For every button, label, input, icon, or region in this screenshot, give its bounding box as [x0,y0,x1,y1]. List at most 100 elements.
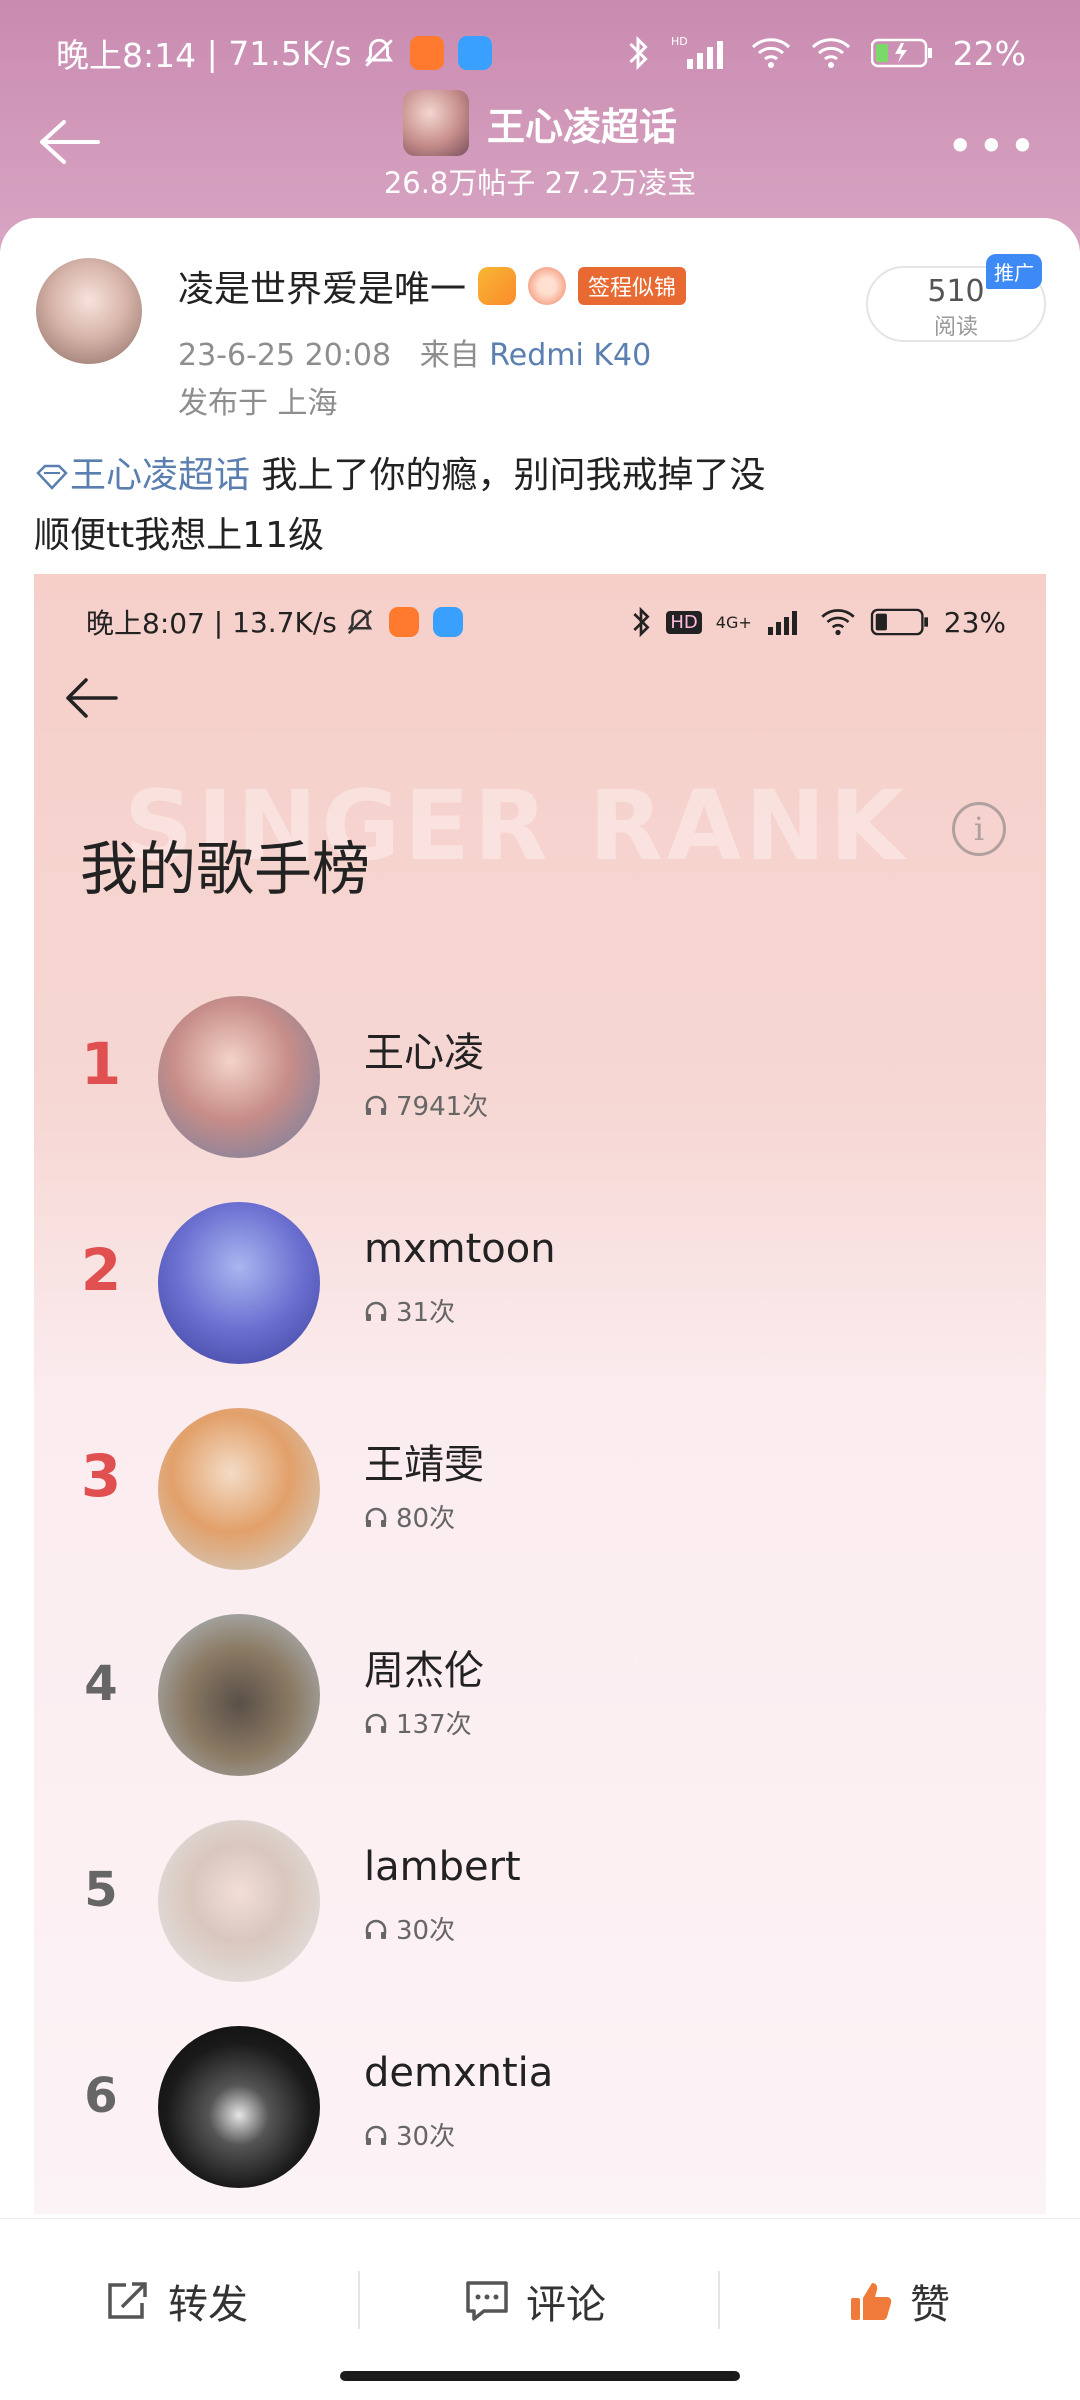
inner-taobao-app-icon [388,607,419,637]
play-count: 31次 [396,1298,456,1328]
artist-name: mxmtoon [364,1226,556,1272]
battery-percent: 22% [952,33,1026,73]
author-name[interactable]: 凌是世界爱是唯一 [178,260,466,312]
artist-name: demxntia [364,2050,554,2096]
play-count: 80次 [396,1504,456,1534]
inner-battery-icon [870,608,928,636]
repost-label: 转发 [168,2282,248,2328]
list-item[interactable]: 2 mxmtoon 31次 [34,1196,1046,1366]
status-bar: 晚上8:14 | 71.5K/s HD 22% [56,28,1026,78]
home-indicator[interactable] [340,2371,740,2381]
battery-icon [870,38,932,68]
share-icon [108,2282,147,2319]
taobao-app-icon [409,36,444,70]
post-meta: 23-6-25 20:08 来自 Redmi K40 [178,330,651,374]
topic-title-block: 王心凌超话 26.8万帖子 27.2万凌宝 [0,90,1080,202]
wifi-icon-2 [811,38,850,68]
inner-signal-icon [767,611,797,635]
divider [358,2271,360,2329]
artist-photo [158,1820,320,1982]
inner-message-app-icon [432,607,463,637]
page-title: 王心凌超话 [486,104,677,149]
list-item[interactable]: 1 王心凌 7941次 [34,990,1046,1160]
post-text-line1: 我上了你的瘾，别问我戒掉了没 [250,455,766,496]
artist-name: lambert [364,1844,521,1890]
inner-bluetooth-icon [633,606,650,638]
post-text-line2: 顺便tt我想上11级 [34,515,325,556]
like-button[interactable]: 赞 [848,2271,950,2331]
comment-icon [466,2281,508,2321]
topic-link[interactable]: 王心凌超话 [70,455,250,496]
info-icon[interactable]: i [952,802,1006,856]
fan-title-badge: 签程似锦 [578,267,687,305]
more-options-button[interactable]: ••• [947,123,1040,169]
artist-photo [158,1408,320,1570]
message-app-icon [457,36,492,70]
device-link[interactable]: Redmi K40 [489,338,651,373]
wifi-icon [751,38,790,68]
status-time: 晚上8:14 [56,36,197,75]
play-count: 30次 [396,1916,456,1946]
from-label: 来自 [419,338,480,373]
list-item[interactable]: 4 周杰伦 137次 [34,1608,1046,1778]
rank-title: 我的歌手榜 [80,835,371,903]
topic-diamond-icon [36,464,68,490]
inner-back-arrow-icon[interactable] [62,674,120,722]
play-count: 137次 [396,1710,472,1740]
avatar[interactable] [36,258,142,364]
headphones-icon [365,2125,387,2145]
post-body: 王心凌超话 我上了你的瘾，别问我戒掉了没 顺便tt我想上11级 [34,446,1044,566]
artist-name: 周杰伦 [364,1648,484,1694]
rank-number: 1 [80,1030,122,1098]
play-count: 7941次 [396,1092,489,1122]
headphones-icon [365,1713,387,1733]
inner-bell-mute-icon [347,609,373,635]
like-label: 赞 [910,2282,950,2328]
headphones-icon [365,1919,387,1939]
artist-name: 王心凌 [364,1030,484,1076]
rank-number: 3 [80,1442,122,1510]
svg-text:HD: HD [671,35,688,48]
headphones-icon [365,1301,387,1321]
inner-status-speed: 13.7K/s [232,605,337,639]
headphones-icon [365,1095,387,1115]
list-item[interactable]: 3 王靖雯 80次 [34,1402,1046,1572]
list-item[interactable]: 6 demxntia 30次 [34,2020,1046,2190]
artist-photo [158,2026,320,2188]
inner-hd-label: HD [666,610,702,634]
rank-number: 2 [80,1236,122,1304]
rank-number: 5 [84,1862,118,1918]
rank-number: 6 [84,2068,118,2124]
inner-battery-percent: 23% [943,605,1006,639]
inner-status-bar: 晚上8:07 | 13.7K/s HD 4G+ 23% [86,600,1006,644]
fan-badge-icon [528,267,567,305]
promo-tag[interactable]: 推广 [986,254,1042,289]
attached-screenshot[interactable]: 晚上8:07 | 13.7K/s HD 4G+ 23% SINGER RANK … [34,574,1046,2214]
post-date: 23-6-25 20:08 [178,338,392,373]
inner-wifi-icon [821,609,855,636]
comment-label: 评论 [526,2282,606,2328]
comment-button[interactable]: 评论 [464,2271,606,2331]
artist-photo [158,1202,320,1364]
rank-number: 4 [84,1656,118,1712]
bottom-action-bar: 转发 评论 赞 [0,2218,1080,2400]
repost-button[interactable]: 转发 [104,2271,248,2331]
thumbs-up-icon [851,2283,892,2320]
play-count: 30次 [396,2122,456,2152]
list-item[interactable]: 5 lambert 30次 [34,1814,1046,1984]
topic-avatar [402,90,469,156]
headphones-icon [365,1507,387,1527]
topic-stats: 26.8万帖子 27.2万凌宝 [383,166,697,200]
artist-photo [158,996,320,1158]
read-label: 阅读 [933,315,978,340]
divider [718,2271,720,2329]
signal-icon: HD [671,35,723,69]
level-badge-icon [478,267,517,305]
artist-name: 王靖雯 [364,1442,484,1488]
inner-network-label: 4G+ [715,612,752,632]
status-speed: 71.5K/s [228,33,352,73]
inner-status-time: 晚上8:07 [86,607,205,640]
artist-photo [158,1614,320,1776]
post-location: 发布于 上海 [178,386,338,421]
bell-mute-icon [364,38,393,67]
